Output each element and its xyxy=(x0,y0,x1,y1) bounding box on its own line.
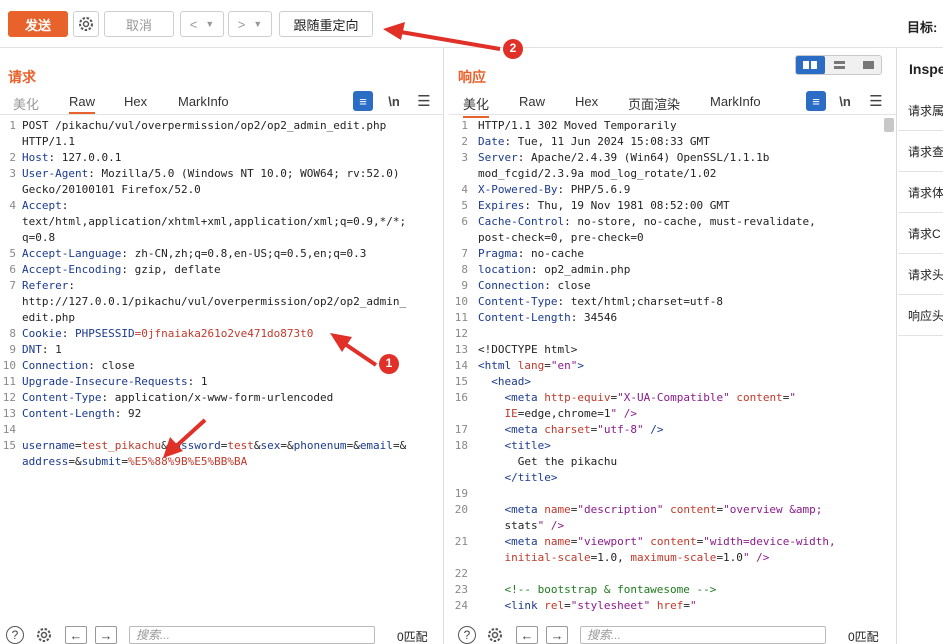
annotation-overlay xyxy=(163,22,523,458)
arrow-annotation-2 xyxy=(383,22,501,51)
arrow-annotation-1 xyxy=(330,333,378,367)
burp-repeater-window: 发送 取消 < ▼ > ▼ 跟随重定向 目标: 请求 美化 Raw Hex Mark… xyxy=(0,0,943,644)
badge-1-label: 1 xyxy=(385,356,393,370)
arrow-annotation-body xyxy=(163,418,207,458)
badge-2-label: 2 xyxy=(509,41,517,55)
